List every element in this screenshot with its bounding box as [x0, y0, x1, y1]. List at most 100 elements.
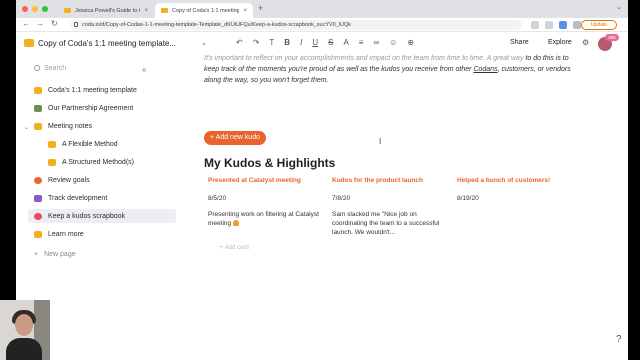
sidebar-item-review-goals[interactable]: Review goals — [34, 177, 90, 184]
text-style-icon[interactable]: T — [269, 38, 274, 47]
sidebar-item-label: A Structured Method(s) — [62, 159, 134, 166]
browser-extensions — [531, 21, 581, 29]
address-bar: ← → ↻ coda.io/d/Copy-of-Codas-1-1-meetin… — [16, 18, 628, 32]
add-new-kudo-button[interactable]: + Add new kudo — [204, 131, 267, 145]
emoji-icon[interactable]: ☺ — [389, 38, 397, 47]
avatar-badge: 365 — [605, 34, 619, 41]
bookmark-star-icon[interactable] — [545, 21, 553, 29]
url-text: coda.io/d/Copy-of-Codas-1-1-meeting-temp… — [82, 22, 352, 28]
intro-paragraph: It's important to reflect on your accomp… — [204, 53, 584, 86]
insert-icon[interactable]: ⊕ — [407, 38, 414, 47]
extension-icon[interactable] — [559, 21, 567, 29]
new-page-label: New page — [44, 251, 76, 258]
strikethrough-icon[interactable]: S — [328, 38, 333, 47]
sidebar-item-partnership[interactable]: Our Partnership Agreement — [34, 105, 133, 112]
url-field[interactable]: coda.io/d/Copy-of-Codas-1-1-meeting-temp… — [70, 20, 522, 30]
back-icon[interactable]: ← — [22, 19, 30, 28]
explore-button[interactable]: Explore — [548, 39, 572, 46]
sidebar-item-label: Track development — [48, 195, 108, 202]
share-button[interactable]: Share — [510, 39, 529, 46]
italic-icon[interactable]: I — [300, 38, 302, 47]
target-icon — [34, 177, 42, 184]
new-page-button[interactable]: + New page — [34, 251, 76, 258]
chart-icon — [34, 195, 42, 202]
minimize-window-button[interactable] — [32, 6, 38, 12]
sidebar-item-flexible-method[interactable]: A Flexible Method — [48, 141, 118, 148]
codans-link[interactable]: Codans — [473, 66, 497, 73]
intro-line-1: It's important to reflect on your accomp… — [204, 55, 524, 62]
window-controls — [22, 6, 48, 12]
sidebar-item-1-1-template[interactable]: Coda's 1:1 meeting template — [34, 87, 137, 94]
card-date: 8/19/20 — [457, 195, 479, 202]
folder-icon — [34, 123, 42, 130]
bold-icon[interactable]: B — [284, 38, 290, 47]
coda-favicon-icon — [161, 8, 168, 13]
expand-chevron-icon[interactable]: ⌄ — [24, 124, 29, 131]
lock-icon — [74, 22, 78, 27]
sidebar-item-label: Coda's 1:1 meeting template — [48, 87, 137, 94]
forward-icon[interactable]: → — [36, 19, 44, 28]
tab-title: Jessica Powell's Guide to Grow — [75, 7, 140, 14]
format-tools: ↶ ↷ T B I U S A ≡ ∞ ☺ ⊕ — [236, 38, 414, 47]
doc-menu-chevron-icon[interactable]: ⌄ — [201, 39, 207, 47]
doc-toolbar: Copy of Coda's 1:1 meeting template... ⌄… — [16, 33, 628, 55]
close-window-button[interactable] — [22, 6, 28, 12]
handshake-icon — [34, 105, 42, 112]
underline-icon[interactable]: U — [312, 38, 318, 47]
browser-tab-template[interactable]: Copy of Coda's 1:1 meeting template × — [155, 3, 253, 18]
browser-tab-guide[interactable]: Jessica Powell's Guide to Grow × — [58, 3, 154, 18]
kudos-card[interactable]: Helped a bunch of customers! 8/19/20 — [457, 175, 577, 202]
doc-canvas: It's important to reflect on your accomp… — [184, 55, 628, 360]
webcam-person-body — [6, 338, 42, 360]
sidebar-item-track-development[interactable]: Track development — [34, 195, 107, 202]
sidebar-item-kudos-scrapbook[interactable]: Keep a kudos scrapbook — [28, 209, 176, 223]
search-input[interactable]: Search — [34, 65, 66, 72]
card-title: Kudos for the product launch — [332, 177, 423, 184]
doc-title[interactable]: Copy of Coda's 1:1 meeting template... — [38, 39, 176, 48]
close-tab-icon[interactable]: × — [243, 8, 247, 14]
close-tab-icon[interactable]: × — [144, 8, 148, 14]
sidebar-item-meeting-notes[interactable]: Meeting notes — [34, 123, 92, 130]
card-text: Presenting work on filtering at Catalyst… — [208, 210, 328, 228]
card-date: 7/8/20 — [332, 195, 351, 202]
share-page-icon[interactable] — [531, 21, 539, 29]
sidebar-item-label: A Flexible Method — [62, 141, 118, 148]
undo-icon[interactable]: ↶ — [236, 38, 243, 47]
help-icon[interactable]: ? — [616, 334, 622, 345]
sidebar-item-structured-method[interactable]: A Structured Method(s) — [48, 159, 134, 166]
card-date: 8/5/20 — [208, 195, 227, 202]
coda-favicon-icon — [64, 8, 71, 13]
section-heading: My Kudos & Highlights — [204, 156, 336, 170]
profile-icon[interactable] — [573, 21, 581, 29]
tab-list-chevron-icon[interactable]: ⌄ — [616, 3, 622, 11]
align-icon[interactable]: ≡ — [359, 38, 364, 47]
doc-icon — [24, 39, 34, 47]
maximize-window-button[interactable] — [42, 6, 48, 12]
card-text: Sam slacked me "Nice job on coordinating… — [332, 211, 440, 236]
plus-icon: + — [34, 251, 39, 258]
card-title: Helped a bunch of customers! — [457, 177, 551, 184]
page-icon — [48, 141, 56, 148]
search-placeholder: Search — [44, 65, 67, 72]
book-icon — [34, 231, 42, 238]
collapse-sidebar-button[interactable]: « — [142, 65, 146, 74]
update-button[interactable]: Update — [581, 20, 617, 30]
reload-icon[interactable]: ↻ — [51, 19, 58, 28]
redo-icon[interactable]: ↷ — [253, 38, 260, 47]
kudos-card[interactable]: Presented at Catalyst meeting 8/5/20 Pre… — [208, 175, 328, 228]
fire-emoji-icon — [232, 220, 239, 226]
kudos-card-grid: Presented at Catalyst meeting 8/5/20 Pre… — [208, 175, 588, 237]
tab-title: Copy of Coda's 1:1 meeting template — [172, 7, 240, 14]
text-color-icon[interactable]: A — [343, 38, 348, 47]
sidebar-item-label: Our Partnership Agreement — [48, 105, 134, 112]
gear-icon[interactable]: ⚙ — [582, 38, 589, 47]
sidebar-item-learn-more[interactable]: Learn more — [34, 231, 84, 238]
add-card-button[interactable]: + Add card — [220, 245, 249, 251]
sidebar-item-label: Review goals — [48, 177, 90, 184]
page-icon — [34, 87, 42, 94]
browser-window: Jessica Powell's Guide to Grow × Copy of… — [16, 0, 628, 360]
new-tab-button[interactable]: + — [258, 3, 263, 13]
kudos-card[interactable]: Kudos for the product launch 7/8/20 Sam … — [332, 175, 452, 237]
webcam-overlay — [0, 300, 50, 360]
link-icon[interactable]: ∞ — [373, 38, 379, 47]
